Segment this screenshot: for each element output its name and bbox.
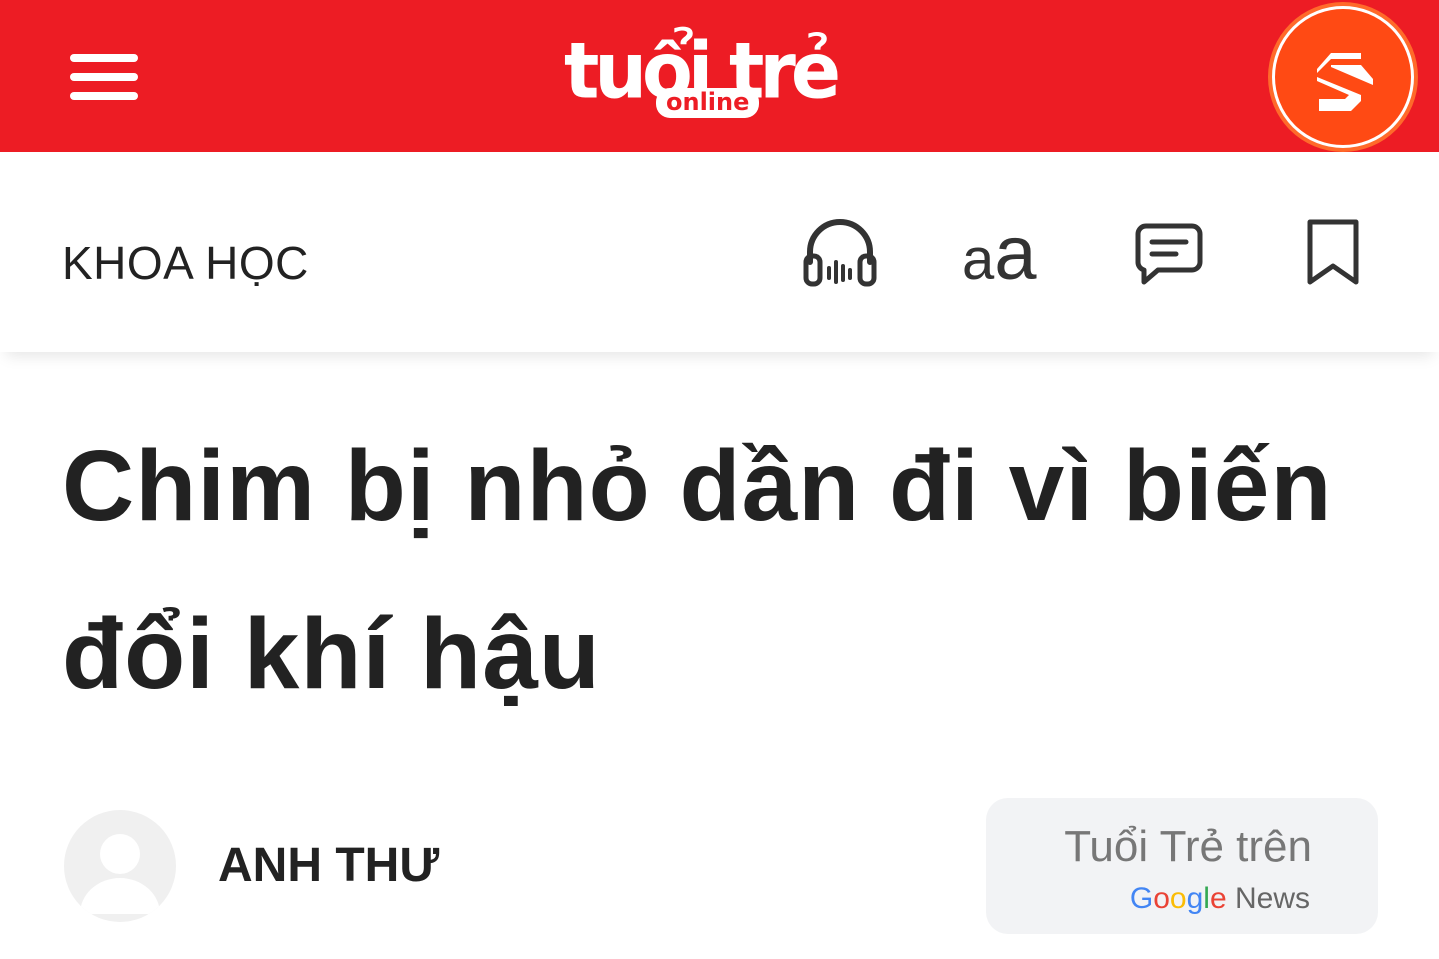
google-letter: l [1203,882,1210,915]
headphones-icon[interactable] [802,216,878,292]
site-logo[interactable]: tuổi trẻ online [560,28,841,128]
menu-line [70,54,138,62]
comment-icon[interactable] [1134,222,1204,290]
google-letter: o [1169,882,1187,915]
avatar-glyph [80,834,160,914]
author-row: ANH THƯ Tuổi Trẻ trên Google News [0,790,1439,950]
top-header-bar: tuổi trẻ online [0,0,1439,152]
google-news-word: News [1234,882,1310,915]
font-size-small-label: a [962,227,995,292]
author-name[interactable]: ANH THƯ [218,838,439,893]
article-title: Chim bị nhỏ dần đi vì biến đổi khí hậu [62,430,1333,710]
font-size-toggle[interactable]: aa [962,216,1037,292]
category-link[interactable]: KHOA HỌC [62,236,309,290]
s-logo-glyph [1317,53,1373,111]
bookmark-glyph [1307,219,1359,285]
headphones-glyph [803,219,877,287]
comment-glyph [1135,223,1203,285]
google-letter: e [1209,882,1227,915]
hamburger-menu-icon[interactable] [68,50,140,106]
google-letter: G [1129,882,1154,915]
font-size-large-label: a [994,211,1037,296]
menu-line [70,73,138,81]
google-news-follow-button[interactable]: Tuổi Trẻ trên Google News [986,798,1378,934]
google-news-logo: Google News [1130,882,1310,916]
s-logo-icon[interactable] [1272,6,1414,148]
article-toolbar: KHOA HỌC aa [0,152,1439,352]
google-news-label: Tuổi Trẻ trên [1064,822,1312,871]
bookmark-icon[interactable] [1302,216,1364,292]
user-avatar-icon[interactable] [64,810,176,922]
menu-line [70,92,138,100]
logo-sub-text: online [656,88,760,118]
google-letter: o [1153,882,1170,915]
google-letter: g [1186,882,1204,915]
